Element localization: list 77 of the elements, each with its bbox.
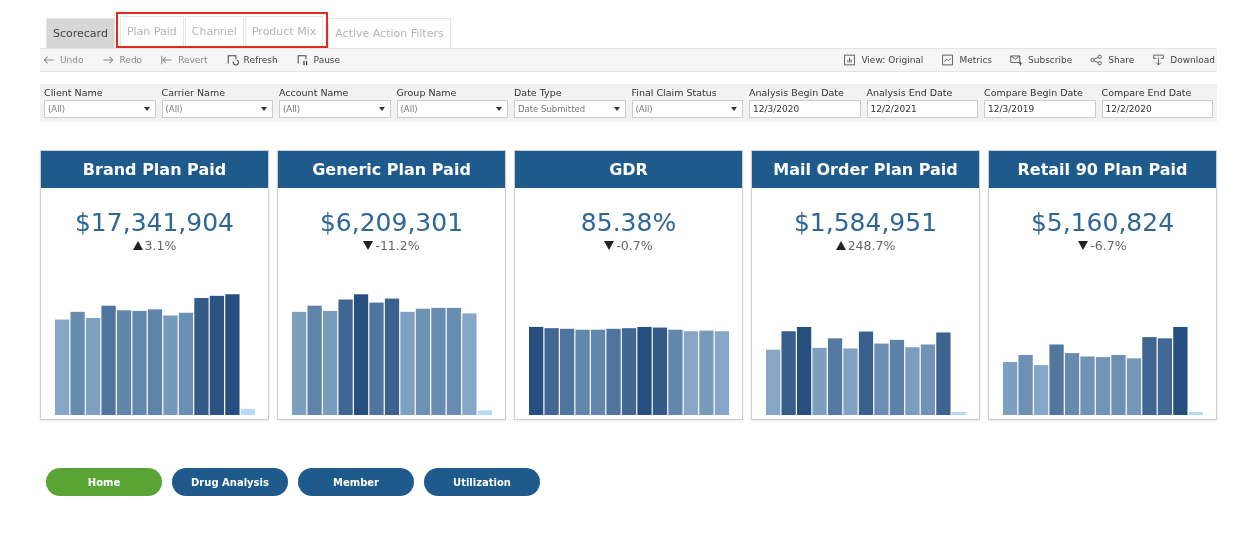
- caret-icon: [143, 107, 150, 111]
- chart-icon: [843, 54, 857, 66]
- subscribe-button[interactable]: Subscribe: [1008, 54, 1075, 66]
- pause-icon: [295, 54, 309, 66]
- filter-label: Analysis End Date: [866, 87, 954, 98]
- change-percent: 3.1%: [144, 238, 177, 253]
- caret-icon: [731, 107, 737, 111]
- card-title: Generic Plan Paid: [278, 151, 505, 188]
- change-percent: -0.7%: [616, 238, 653, 253]
- dropdown[interactable]: (All): [631, 100, 743, 118]
- metrics-button[interactable]: Metrics: [939, 54, 995, 66]
- date-field[interactable]: 12/2/2021: [866, 100, 978, 118]
- refresh-icon: [225, 54, 239, 66]
- bar: [873, 343, 889, 415]
- card-title: Mail Order Plan Paid: [752, 151, 979, 188]
- share-button[interactable]: Share: [1088, 54, 1137, 66]
- kpi-value: $17,341,904: [74, 208, 234, 237]
- right-arrow-icon: [101, 54, 115, 66]
- filter-label: Compare Begin Date: [984, 87, 1084, 98]
- dropdown[interactable]: (All): [396, 100, 508, 118]
- kpi-value: $5,160,824: [1030, 208, 1175, 237]
- view-button[interactable]: View: Original: [841, 54, 926, 66]
- nav-button[interactable]: Utilization: [424, 468, 540, 496]
- tab[interactable]: Scorecard: [46, 18, 115, 48]
- caret-icon: [378, 107, 385, 111]
- bar: [1110, 354, 1126, 415]
- dropdown[interactable]: (All): [44, 100, 156, 118]
- bar: [765, 349, 780, 415]
- caret-icon: [261, 107, 267, 111]
- bar: [904, 347, 920, 415]
- download-button[interactable]: Download: [1150, 54, 1217, 66]
- filter-label: Analysis Begin Date: [749, 87, 845, 98]
- envelope-icon: [1010, 54, 1024, 66]
- dropdown[interactable]: (All): [161, 100, 273, 118]
- bar: [1095, 357, 1110, 415]
- change-percent: -6.7%: [1090, 238, 1127, 253]
- line-chart-icon: [941, 54, 955, 66]
- change-percent: -11.2%: [375, 238, 420, 253]
- caret-icon: [496, 107, 502, 111]
- date-field[interactable]: 12/2/2020: [1101, 100, 1213, 118]
- card-title: Brand Plan Paid: [41, 151, 268, 188]
- download-icon: [1152, 54, 1166, 66]
- bar: [842, 348, 858, 415]
- refresh-button[interactable]: Refresh: [223, 54, 280, 66]
- filter-label: Compare End Date: [1101, 87, 1193, 98]
- filter-label: Group Name: [396, 87, 458, 98]
- nav-button[interactable]: Member: [298, 468, 414, 496]
- filter-label: Account Name: [279, 87, 350, 98]
- bar: [1002, 362, 1017, 415]
- card-title: GDR: [515, 151, 742, 188]
- dropdown[interactable]: (All): [279, 100, 391, 118]
- kpi-value: 85.38%: [580, 208, 677, 237]
- bar: [1064, 353, 1079, 415]
- bar: [1033, 365, 1048, 415]
- change-percent: 248.7%: [847, 238, 896, 253]
- filter-label: Final Claim Status: [631, 87, 718, 98]
- filter-label: Date Type: [514, 87, 563, 98]
- dropdown[interactable]: Date Submitted: [514, 100, 626, 118]
- pause-button[interactable]: Pause: [293, 54, 343, 66]
- bar: [1126, 358, 1141, 415]
- bar: [920, 344, 935, 415]
- nav-button[interactable]: Drug Analysis: [172, 468, 288, 496]
- caret-icon: [613, 107, 620, 111]
- card-title: Retail 90 Plan Paid: [989, 151, 1216, 188]
- date-field[interactable]: 12/3/2019: [984, 100, 1096, 118]
- kpi-value: $6,209,301: [319, 208, 464, 237]
- kpi-value: $1,584,951: [793, 208, 938, 237]
- bar: [1048, 344, 1064, 415]
- left-arrow-icon: [42, 54, 55, 66]
- bar: [1079, 356, 1095, 415]
- filter-label: Carrier Name: [161, 87, 227, 98]
- revert-icon: [160, 54, 174, 66]
- share-icon: [1090, 54, 1104, 66]
- bar: [1018, 354, 1033, 415]
- date-field[interactable]: 12/3/2020: [749, 100, 861, 118]
- bar: [811, 347, 827, 415]
- filter-label: Client Name: [44, 87, 104, 98]
